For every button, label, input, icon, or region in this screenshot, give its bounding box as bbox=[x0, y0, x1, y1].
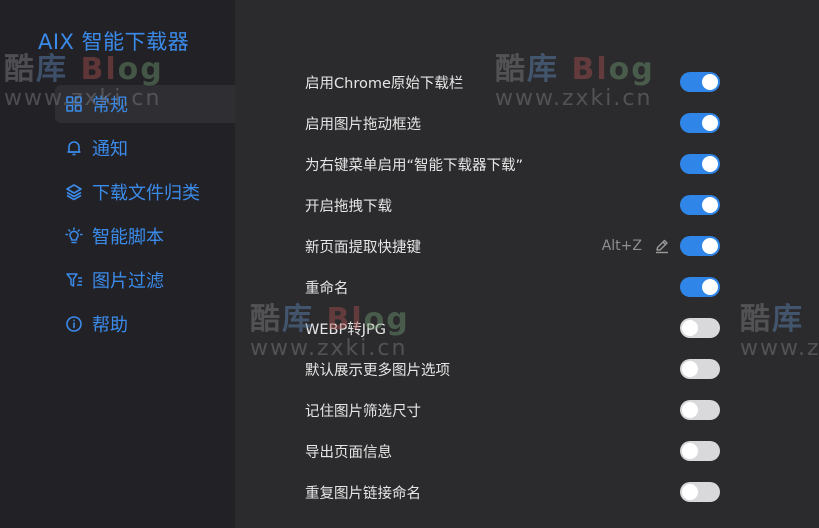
toggle-knob bbox=[702, 115, 718, 131]
layers-icon bbox=[65, 183, 83, 201]
setting-label: 重命名 bbox=[305, 280, 349, 297]
toggle-knob bbox=[702, 238, 718, 254]
info-icon bbox=[65, 315, 83, 333]
setting-toggle[interactable] bbox=[680, 441, 720, 461]
sidebar-item-file-categories[interactable]: 下载文件归类 bbox=[55, 173, 235, 211]
setting-toggle[interactable] bbox=[680, 400, 720, 420]
setting-toggle[interactable] bbox=[680, 277, 720, 297]
sidebar-item-general[interactable]: 常规 bbox=[55, 85, 235, 123]
setting-toggle[interactable] bbox=[680, 359, 720, 379]
setting-toggle[interactable] bbox=[680, 72, 720, 92]
setting-label: WEBP转JPG bbox=[305, 321, 386, 338]
filter-icon bbox=[65, 271, 83, 289]
setting-export-page-info: 导出页面信息 bbox=[305, 438, 720, 464]
setting-extract-shortcut: 新页面提取快捷键 Alt+Z bbox=[305, 233, 720, 259]
toggle-knob bbox=[702, 156, 718, 172]
setting-toggle[interactable] bbox=[680, 154, 720, 174]
setting-label: 新页面提取快捷键 bbox=[305, 239, 421, 256]
setting-label: 启用图片拖动框选 bbox=[305, 116, 421, 133]
setting-duplicate-link-naming: 重复图片链接命名 bbox=[305, 479, 720, 505]
bell-icon bbox=[65, 139, 83, 157]
edit-icon[interactable] bbox=[654, 238, 670, 254]
toggle-knob bbox=[702, 279, 718, 295]
sidebar-item-help[interactable]: 帮助 bbox=[55, 305, 235, 343]
setting-webp-to-jpg: WEBP转JPG bbox=[305, 315, 720, 341]
setting-rename: 重命名 bbox=[305, 274, 720, 300]
setting-context-menu: 为右键菜单启用“智能下载器下载” bbox=[305, 151, 720, 177]
setting-toggle[interactable] bbox=[680, 195, 720, 215]
sidebar-item-label: 帮助 bbox=[92, 315, 128, 336]
setting-label: 开启拖拽下载 bbox=[305, 198, 392, 215]
settings-panel: 启用Chrome原始下载栏 启用图片拖动框选 为右键菜单启用“智能下载器下载” … bbox=[235, 0, 819, 528]
sidebar-item-label: 通知 bbox=[92, 139, 128, 160]
grid-icon bbox=[65, 95, 83, 113]
setting-image-drag-select: 启用图片拖动框选 bbox=[305, 110, 720, 136]
sidebar-item-label: 图片过滤 bbox=[92, 271, 164, 292]
toggle-knob bbox=[682, 443, 698, 459]
setting-more-image-options: 默认展示更多图片选项 bbox=[305, 356, 720, 382]
setting-toggle[interactable] bbox=[680, 482, 720, 502]
toggle-knob bbox=[702, 74, 718, 90]
toggle-knob bbox=[682, 484, 698, 500]
setting-remember-filter-size: 记住图片筛选尺寸 bbox=[305, 397, 720, 423]
setting-label: 导出页面信息 bbox=[305, 444, 392, 461]
setting-toggle[interactable] bbox=[680, 236, 720, 256]
app-title: AIX 智能下载器 bbox=[38, 30, 190, 54]
shortcut-value: Alt+Z bbox=[601, 238, 642, 254]
setting-label: 重复图片链接命名 bbox=[305, 485, 421, 502]
toggle-knob bbox=[682, 320, 698, 336]
toggle-knob bbox=[702, 197, 718, 213]
setting-chrome-download-bar: 启用Chrome原始下载栏 bbox=[305, 69, 720, 95]
sidebar-item-smart-scripts[interactable]: 智能脚本 bbox=[55, 217, 235, 255]
sidebar-item-notifications[interactable]: 通知 bbox=[55, 129, 235, 167]
sidebar-nav: 常规 通知 下载文件归类 智能脚本 图片过滤 帮助 bbox=[55, 85, 235, 349]
lightbulb-icon bbox=[65, 227, 83, 245]
toggle-knob bbox=[682, 402, 698, 418]
sidebar-item-image-filter[interactable]: 图片过滤 bbox=[55, 261, 235, 299]
sidebar: AIX 智能下载器 常规 通知 下载文件归类 智能脚本 图片过滤 帮助 bbox=[0, 0, 235, 528]
setting-label: 为右键菜单启用“智能下载器下载” bbox=[305, 157, 524, 174]
setting-label: 记住图片筛选尺寸 bbox=[305, 403, 421, 420]
setting-toggle[interactable] bbox=[680, 318, 720, 338]
sidebar-item-label: 常规 bbox=[92, 95, 128, 116]
setting-label: 启用Chrome原始下载栏 bbox=[305, 75, 464, 92]
setting-label: 默认展示更多图片选项 bbox=[305, 362, 450, 379]
toggle-knob bbox=[682, 361, 698, 377]
sidebar-item-label: 智能脚本 bbox=[92, 227, 164, 248]
sidebar-item-label: 下载文件归类 bbox=[92, 183, 200, 204]
setting-toggle[interactable] bbox=[680, 113, 720, 133]
setting-drag-download: 开启拖拽下载 bbox=[305, 192, 720, 218]
